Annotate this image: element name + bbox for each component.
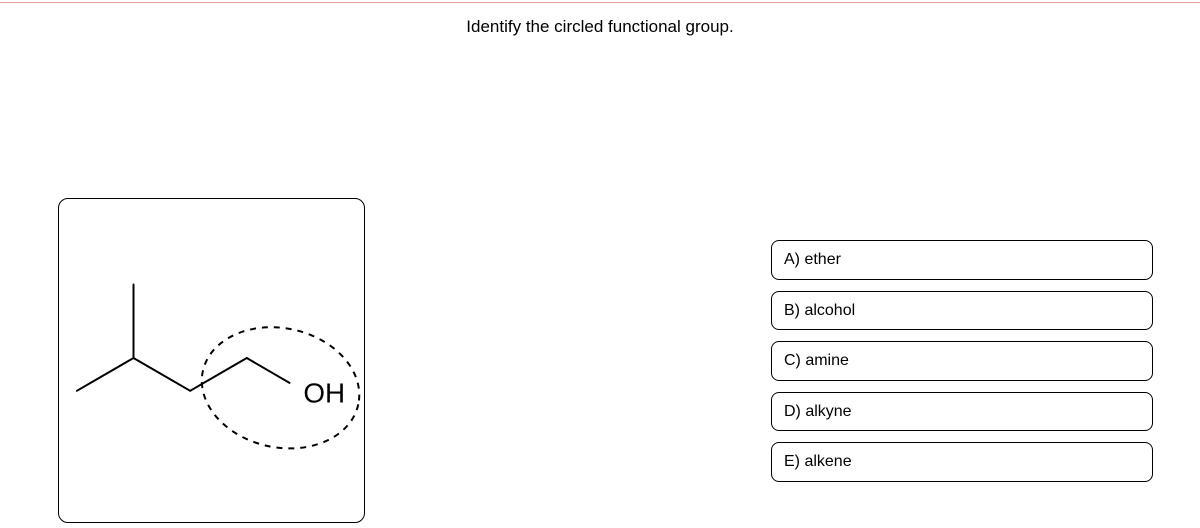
question-title: Identify the circled functional group. <box>0 17 1200 37</box>
option-c[interactable]: C) amine <box>771 341 1153 381</box>
molecule-structure-box: OH <box>58 198 365 523</box>
top-divider <box>0 2 1200 3</box>
option-d[interactable]: D) alkyne <box>771 392 1153 432</box>
molecule-diagram: OH <box>59 199 364 522</box>
option-e[interactable]: E) alkene <box>771 442 1153 482</box>
oh-label: OH <box>303 378 345 409</box>
option-b[interactable]: B) alcohol <box>771 291 1153 331</box>
option-a[interactable]: A) ether <box>771 240 1153 280</box>
answer-options: A) ether B) alcohol C) amine D) alkyne E… <box>771 240 1153 482</box>
